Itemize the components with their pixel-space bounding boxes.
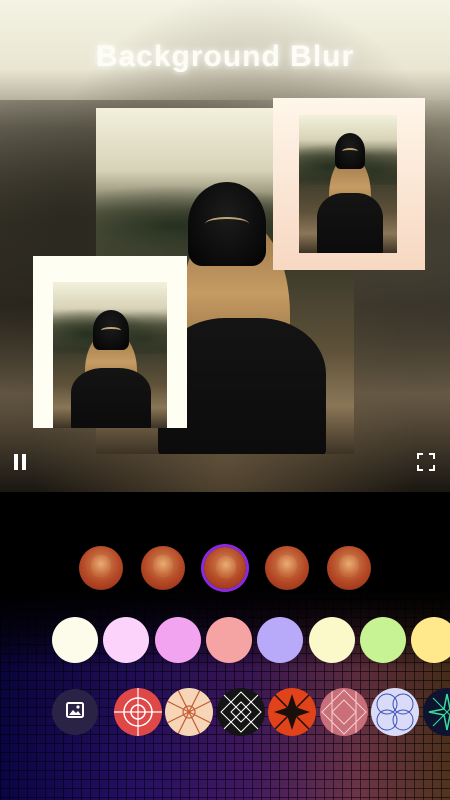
red-circle-pattern[interactable] (114, 688, 162, 736)
gallery-button[interactable] (52, 689, 98, 735)
black-white-geometric-pattern[interactable] (217, 688, 265, 736)
fullscreen-button[interactable] (414, 452, 438, 476)
lavender-ring-pattern[interactable] (371, 688, 419, 736)
color-swatch-1[interactable] (52, 617, 98, 663)
color-swatch-7[interactable] (360, 617, 406, 663)
fullscreen-icon (417, 452, 435, 476)
color-swatch-2[interactable] (103, 617, 149, 663)
pause-button[interactable] (8, 452, 32, 476)
style-thumbnail-1[interactable] (79, 546, 123, 590)
style-thumbnail-3[interactable] (204, 547, 246, 589)
pink-diamond-pattern[interactable] (320, 688, 368, 736)
pause-icon (13, 453, 27, 475)
peach-lattice-pattern[interactable] (165, 688, 213, 736)
preview-canvas[interactable]: Background Blur (0, 0, 450, 492)
left-frame (33, 256, 187, 428)
style-thumbnail-4[interactable] (265, 546, 309, 590)
left-photo (53, 282, 167, 428)
top-right-frame (273, 98, 425, 270)
top-right-photo (299, 115, 397, 253)
color-swatch-3[interactable] (155, 617, 201, 663)
color-swatch-8[interactable] (411, 617, 450, 663)
color-swatch-5[interactable] (257, 617, 303, 663)
red-black-star-pattern[interactable] (268, 688, 316, 736)
image-icon (66, 701, 84, 723)
page-title: Background Blur (95, 40, 355, 73)
color-swatch-6[interactable] (309, 617, 355, 663)
style-thumbnail-5[interactable] (327, 546, 371, 590)
editor-controls (0, 492, 450, 800)
style-thumbnail-2[interactable] (141, 546, 185, 590)
color-swatch-4[interactable] (206, 617, 252, 663)
